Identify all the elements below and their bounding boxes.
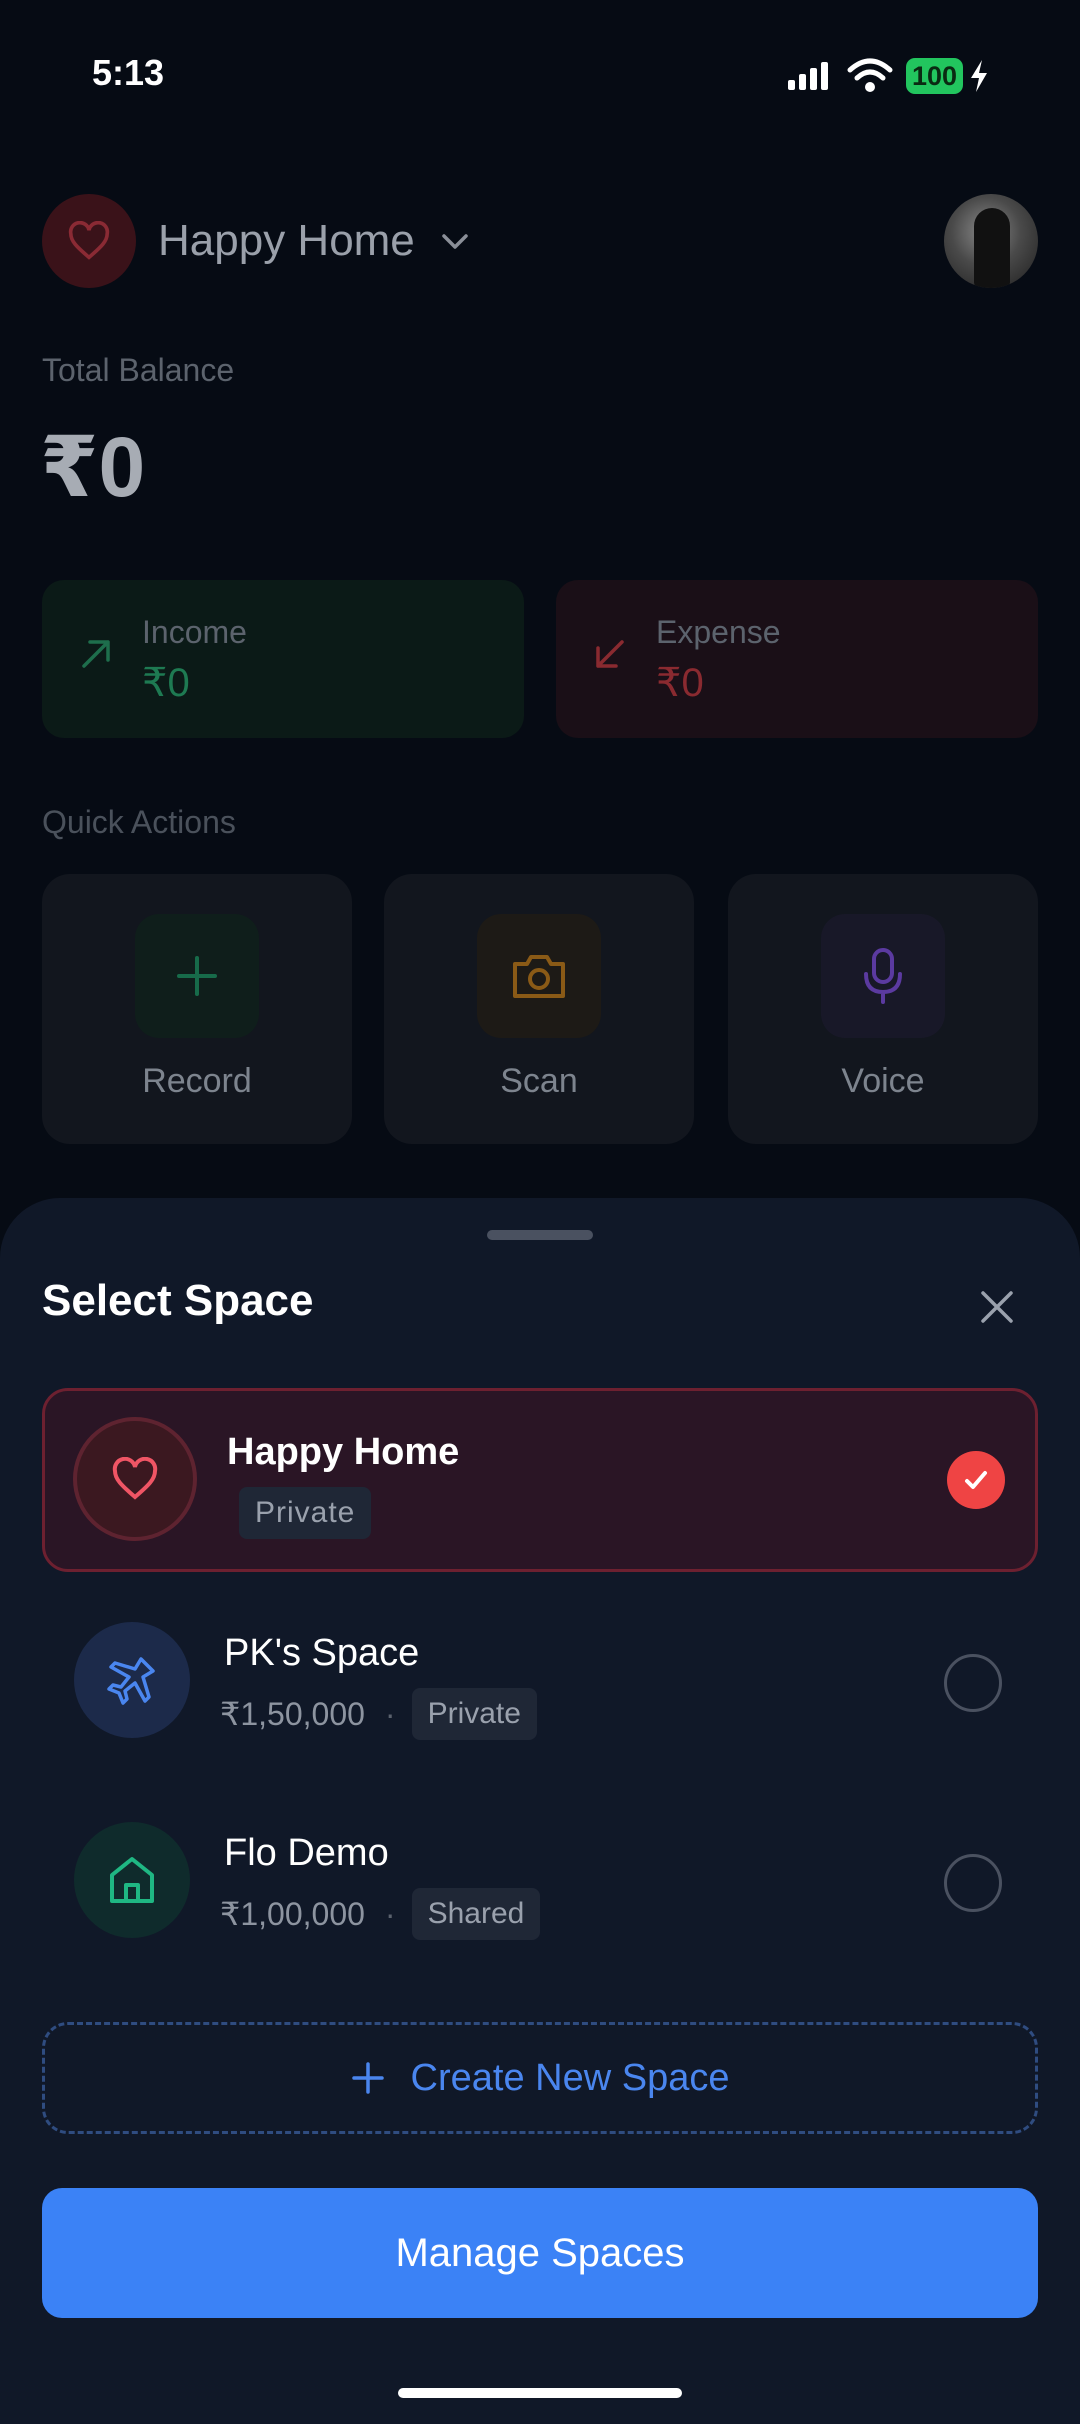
space-avatar[interactable] xyxy=(42,194,136,288)
income-label: Income xyxy=(142,614,247,650)
heart-icon xyxy=(112,1457,158,1500)
dashboard-background: Happy Home Total Balance ₹0 Income ₹0 Ex… xyxy=(0,0,1080,1200)
privacy-badge: Private xyxy=(239,1487,372,1539)
selected-indicator[interactable] xyxy=(947,1451,1005,1509)
space-item-avatar xyxy=(74,1822,190,1938)
expense-value: ₹0 xyxy=(656,661,704,705)
separator-dot: · xyxy=(384,1695,396,1732)
select-space-sheet: Select Space Happy Home Private PK's Spa… xyxy=(0,1198,1080,2424)
space-item-pks-space[interactable]: PK's Space ₹1,50,000 · Private xyxy=(42,1592,1038,1776)
radio-button[interactable] xyxy=(944,1654,1002,1712)
close-icon xyxy=(981,1291,1013,1323)
sheet-drag-handle[interactable] xyxy=(487,1230,593,1240)
record-action[interactable]: Record xyxy=(42,874,352,1144)
voice-action[interactable]: Voice xyxy=(728,874,1038,1144)
manage-spaces-button[interactable]: Manage Spaces xyxy=(42,2188,1038,2318)
record-action-label: Record xyxy=(142,1062,252,1100)
profile-avatar[interactable] xyxy=(944,194,1038,288)
plus-icon xyxy=(351,2062,384,2094)
arrow-down-left-icon xyxy=(596,640,624,668)
space-item-amount: ₹1,00,000 xyxy=(220,1896,365,1932)
home-indicator[interactable] xyxy=(398,2388,682,2398)
plus-icon xyxy=(177,956,217,996)
space-item-avatar xyxy=(77,1421,193,1537)
income-card[interactable]: Income ₹0 xyxy=(42,580,524,738)
space-item-name: Happy Home xyxy=(227,1431,460,1473)
total-balance-label: Total Balance xyxy=(42,352,235,388)
total-balance-value: ₹0 xyxy=(40,420,146,514)
space-item-name: PK's Space xyxy=(224,1632,420,1674)
arrow-up-right-icon xyxy=(82,640,110,668)
chevron-down-icon[interactable] xyxy=(440,230,470,254)
space-item-avatar xyxy=(74,1622,190,1738)
scan-action[interactable]: Scan xyxy=(384,874,694,1144)
space-item-meta: ₹1,00,000 · Shared xyxy=(220,1888,541,1940)
sheet-title: Select Space xyxy=(42,1276,314,1325)
home-icon xyxy=(110,1857,154,1903)
income-value: ₹0 xyxy=(142,661,190,705)
camera-icon xyxy=(513,955,565,998)
separator-dot: · xyxy=(384,1895,396,1932)
create-new-space-label: Create New Space xyxy=(410,2056,730,2099)
expense-label: Expense xyxy=(656,614,781,650)
close-button[interactable] xyxy=(974,1284,1020,1330)
space-item-meta: Private xyxy=(223,1487,372,1539)
space-item-meta: ₹1,50,000 · Private xyxy=(220,1688,537,1740)
privacy-badge: Private xyxy=(411,1688,537,1740)
space-item-name: Flo Demo xyxy=(224,1832,389,1874)
create-new-space-button[interactable]: Create New Space xyxy=(42,2022,1038,2134)
quick-actions-title: Quick Actions xyxy=(42,804,236,840)
space-item-happy-home[interactable]: Happy Home Private xyxy=(42,1388,1038,1572)
scan-action-label: Scan xyxy=(500,1062,578,1100)
voice-action-label: Voice xyxy=(841,1062,925,1100)
plane-icon xyxy=(107,1657,155,1705)
space-switcher-label[interactable]: Happy Home xyxy=(158,216,415,266)
space-item-amount: ₹1,50,000 xyxy=(220,1696,365,1732)
manage-spaces-label: Manage Spaces xyxy=(395,2230,685,2275)
heart-icon xyxy=(68,221,110,260)
radio-button[interactable] xyxy=(944,1854,1002,1912)
check-icon xyxy=(965,1471,987,1489)
microphone-icon xyxy=(864,948,902,1004)
space-item-flo-demo[interactable]: Flo Demo ₹1,00,000 · Shared xyxy=(42,1792,1038,1976)
sharing-badge: Shared xyxy=(411,1888,541,1940)
expense-card[interactable]: Expense ₹0 xyxy=(556,580,1038,738)
